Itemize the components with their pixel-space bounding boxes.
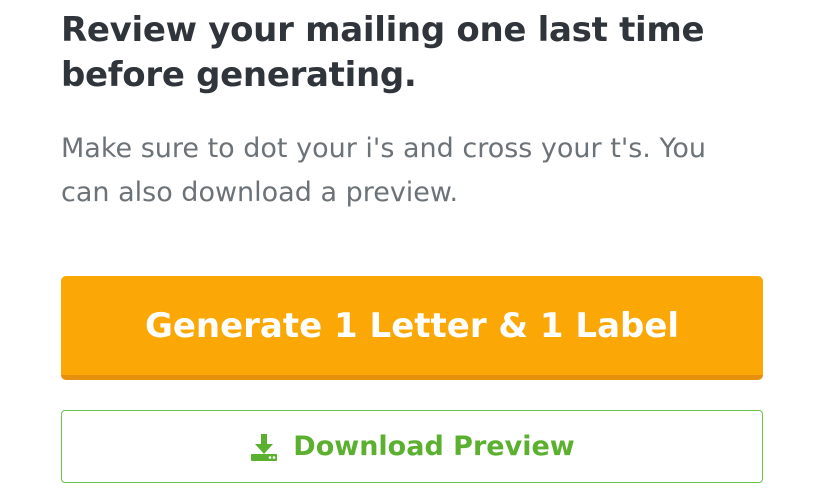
page-title: Review your mailing one last time before… xyxy=(61,10,705,95)
download-preview-button[interactable]: Download Preview xyxy=(61,410,763,483)
generate-button-label: Generate 1 Letter & 1 Label xyxy=(144,305,680,346)
download-icon xyxy=(249,432,279,462)
download-button-label: Download Preview xyxy=(293,431,575,462)
generate-button[interactable]: Generate 1 Letter & 1 Label xyxy=(61,276,763,380)
page-subtitle: Make sure to dot your i's and cross your… xyxy=(61,133,707,208)
